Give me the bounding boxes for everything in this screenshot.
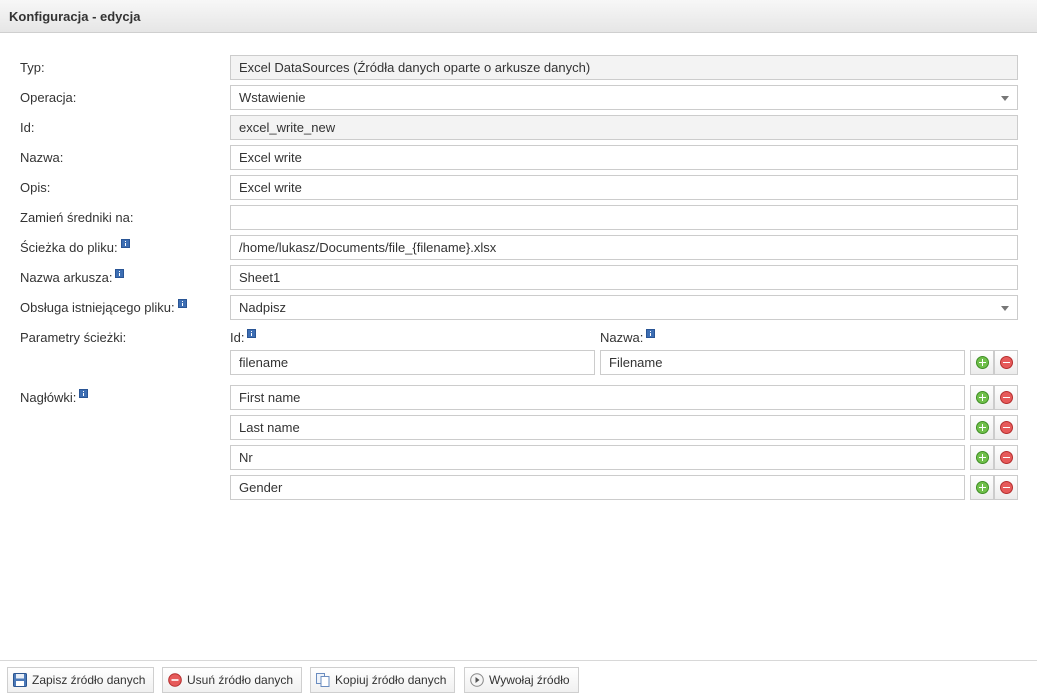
operacja-value: Wstawienie [239,90,306,105]
save-datasource-button[interactable]: Zapisz źródło danych [7,667,155,693]
copy-datasource-label: Kopiuj źródło danych [335,673,447,687]
operacja-label: Operacja: [20,90,77,105]
naglowki-label: Nagłówki: [20,390,77,405]
copy-documents-icon [316,673,330,687]
save-datasource-label: Zapisz źródło danych [32,673,146,687]
no-entry-icon [168,673,182,687]
param-nazwa-label: Nazwa: [600,330,644,345]
param-id-input[interactable]: filename [230,350,595,375]
minus-circle-icon [1000,451,1013,464]
header-row-buttons [970,415,1018,440]
sciezka-label: Ścieżka do pliku: [20,240,118,255]
param-nazwa-input[interactable]: Filename [600,350,965,375]
param-id-header: Id: [230,329,257,345]
zamien-input[interactable] [230,205,1018,230]
sciezka-label-row: Ścieżka do pliku: [20,239,130,255]
info-icon[interactable] [115,269,125,278]
header-input[interactable]: First name [230,385,965,410]
minus-circle-icon [1000,421,1013,434]
remove-param-button[interactable] [994,350,1018,375]
header-row-buttons [970,475,1018,500]
arkusz-label: Nazwa arkusza: [20,270,113,285]
minus-circle-icon [1000,481,1013,494]
footer-toolbar: Zapisz źródło danych Usuń źródło danych … [0,660,1037,697]
page-title: Konfiguracja - edycja [9,9,141,24]
header-row-buttons [970,385,1018,410]
delete-datasource-button[interactable]: Usuń źródło danych [162,667,303,693]
plus-circle-icon [976,391,989,404]
obsluga-value: Nadpisz [239,300,286,315]
info-icon[interactable] [646,329,656,338]
panel-header: Konfiguracja - edycja [0,0,1037,33]
id-field: excel_write_new [230,115,1018,140]
id-label: Id: [20,120,35,135]
add-header-button[interactable] [970,385,994,410]
remove-header-button[interactable] [994,385,1018,410]
obsluga-label: Obsługa istniejącego pliku: [20,300,175,315]
parametry-label: Parametry ścieżki: [20,330,127,345]
minus-circle-icon [1000,356,1013,369]
plus-circle-icon [976,356,989,369]
typ-label: Typ: [20,60,45,75]
add-param-button[interactable] [970,350,994,375]
add-header-button[interactable] [970,445,994,470]
naglowki-label-row: Nagłówki: [20,389,89,405]
zamien-label: Zamień średniki na: [20,210,134,225]
add-header-button[interactable] [970,475,994,500]
nazwa-label: Nazwa: [20,150,64,165]
minus-circle-icon [1000,391,1013,404]
arkusz-label-row: Nazwa arkusza: [20,269,125,285]
nazwa-input[interactable]: Excel write [230,145,1018,170]
plus-circle-icon [976,421,989,434]
add-header-button[interactable] [970,415,994,440]
operacja-select[interactable]: Wstawienie [230,85,1018,110]
sciezka-input[interactable]: /home/lukasz/Documents/file_{filename}.x… [230,235,1018,260]
info-icon[interactable] [79,389,89,398]
opis-label: Opis: [20,180,51,195]
floppy-disk-icon [13,673,27,687]
obsluga-select[interactable]: Nadpisz [230,295,1018,320]
plus-circle-icon [976,451,989,464]
header-input[interactable]: Nr [230,445,965,470]
info-icon[interactable] [247,329,257,338]
info-icon[interactable] [177,299,187,308]
param-row-buttons [970,350,1018,375]
header-input[interactable]: Last name [230,415,965,440]
arkusz-input[interactable]: Sheet1 [230,265,1018,290]
delete-datasource-label: Usuń źródło danych [187,673,294,687]
remove-header-button[interactable] [994,415,1018,440]
param-nazwa-header: Nazwa: [600,329,656,345]
info-icon[interactable] [120,239,130,248]
invoke-datasource-label: Wywołaj źródło [489,673,570,687]
invoke-datasource-button[interactable]: Wywołaj źródło [464,667,579,693]
typ-field: Excel DataSources (Źródła danych oparte … [230,55,1018,80]
plus-circle-icon [976,481,989,494]
obsluga-label-row: Obsługa istniejącego pliku: [20,299,187,315]
header-row-buttons [970,445,1018,470]
header-input[interactable]: Gender [230,475,965,500]
remove-header-button[interactable] [994,475,1018,500]
play-icon [470,673,484,687]
opis-input[interactable]: Excel write [230,175,1018,200]
remove-header-button[interactable] [994,445,1018,470]
param-id-label: Id: [230,330,245,345]
copy-datasource-button[interactable]: Kopiuj źródło danych [310,667,456,693]
